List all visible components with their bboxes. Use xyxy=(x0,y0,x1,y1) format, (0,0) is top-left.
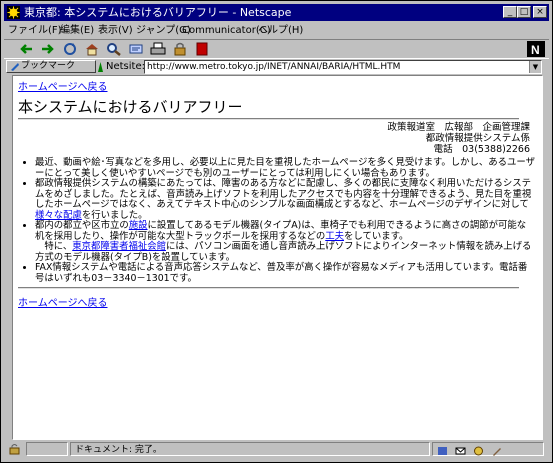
navigator-icon[interactable] xyxy=(437,446,448,456)
browser-window: 東京都: 本システムにおけるバリアフリー - Netscape _ □ × ファ… xyxy=(0,0,553,463)
mail-icon[interactable] xyxy=(455,446,466,456)
item-text: をしています。 xyxy=(344,230,409,242)
status-text-pane: ドキュメント: 完了。 xyxy=(70,442,430,456)
item-text: を行いました。 xyxy=(81,209,148,221)
netscape-icon xyxy=(7,6,20,19)
list-item: 都政情報提供システムの構築にあたっては、障害のある方などに配慮し、多くの都民に支… xyxy=(35,178,535,221)
divider xyxy=(18,118,519,120)
close-button[interactable]: × xyxy=(533,6,547,18)
menu-view[interactable]: 表示(V) xyxy=(98,22,133,39)
department-info: 政策報道室 広報部 企画管理課 都政情報提供システム係 電話 03(5388)2… xyxy=(387,122,530,155)
minimize-button[interactable]: _ xyxy=(503,6,517,18)
maximize-button[interactable]: □ xyxy=(517,6,531,18)
search-icon[interactable] xyxy=(106,42,122,56)
guide-icon[interactable] xyxy=(128,42,144,56)
print-icon[interactable] xyxy=(150,42,166,56)
title-bar[interactable]: 東京都: 本システムにおけるバリアフリー - Netscape _ □ × xyxy=(4,4,549,21)
forward-icon[interactable] xyxy=(40,42,56,56)
newsgroup-icon[interactable] xyxy=(473,446,484,456)
home-link-bottom[interactable]: ホームページへ戻る xyxy=(18,294,108,309)
progress-pane xyxy=(26,442,68,456)
url-text: http://www.metro.tokyo.jp/INET/ANNAI/BAR… xyxy=(147,62,401,72)
list-item: 都内の都立や区市立の施設に設置してあるモデル機器(タイプA)は、車椅子でも利用で… xyxy=(35,220,535,263)
dept-line-2: 都政情報提供システム係 xyxy=(425,133,530,144)
bookmark-icon xyxy=(11,63,19,71)
dept-line-1: 政策報道室 広報部 企画管理課 xyxy=(387,122,530,133)
security-lock-icon[interactable] xyxy=(8,443,21,455)
menu-edit[interactable]: 編集(E) xyxy=(60,22,94,39)
back-icon[interactable] xyxy=(18,42,34,56)
url-dropdown-icon[interactable]: ▼ xyxy=(529,61,541,73)
netsite-label: Netsite: xyxy=(106,61,145,72)
list-item: 最近、動画や絵･写真などを多用し、必要以上に見た目を重視したホームページを多く見… xyxy=(35,157,535,179)
home-link-top[interactable]: ホームページへ戻る xyxy=(18,78,108,93)
navigation-toolbar: N xyxy=(4,39,549,59)
menu-file[interactable]: ファイル(F) xyxy=(8,22,62,39)
dept-line-3: 電話 03(5388)2266 xyxy=(433,144,530,155)
item-text: FAX情報システムや電話による音声応答システムなど、普及率が高く操作が容易なメデ… xyxy=(35,262,528,284)
item-text: 特に、 xyxy=(35,241,73,252)
location-pin-icon[interactable] xyxy=(96,61,105,73)
page-title: 本システムにおけるバリアフリー xyxy=(18,98,243,116)
welfare-hall-link[interactable]: 東京都障害者福祉会館 xyxy=(72,241,166,252)
facilities-link[interactable]: 施設 xyxy=(129,220,148,231)
status-message: ドキュメント: 完了。 xyxy=(75,445,162,455)
page-content[interactable]: ホームページへ戻る 本システムにおけるバリアフリー 政策報道室 広報部 企画管理… xyxy=(12,75,543,440)
item-text: 都内の都立や区市立の xyxy=(35,220,129,231)
item-text: 都政情報提供システムの構築にあたっては、障害のある方などに配慮し、多くの都民に支… xyxy=(35,178,532,210)
menu-bar: ファイル(F) 編集(E) 表示(V) ジャンプ(G) Communicator… xyxy=(4,22,549,39)
component-tray xyxy=(432,442,544,456)
window-title: 東京都: 本システムにおけるバリアフリー - Netscape xyxy=(24,6,292,19)
various-considerations-link[interactable]: 様々な配慮 xyxy=(35,210,82,221)
netscape-logo-icon[interactable]: N xyxy=(527,41,545,57)
composer-icon[interactable] xyxy=(491,446,502,456)
status-bar: ドキュメント: 完了。 xyxy=(4,441,549,458)
security-icon[interactable] xyxy=(172,42,188,56)
list-item: FAX情報システムや電話による音声応答システムなど、普及率が高く操作が容易なメデ… xyxy=(35,262,535,284)
home-icon[interactable] xyxy=(84,42,100,56)
location-bar: ブックマーク Netsite: http://www.metro.tokyo.j… xyxy=(4,59,549,75)
bookmarks-label: ブックマーク xyxy=(21,61,76,71)
stop-icon[interactable] xyxy=(194,42,210,56)
svg-text:N: N xyxy=(531,43,540,57)
menu-help[interactable]: ヘルプ(H) xyxy=(258,22,303,39)
url-input[interactable]: http://www.metro.tokyo.jp/INET/ANNAI/BAR… xyxy=(144,60,542,74)
content-list: 最近、動画や絵･写真などを多用し、必要以上に見た目を重視したホームページを多く見… xyxy=(23,157,535,284)
reload-icon[interactable] xyxy=(62,42,78,56)
item-text: 最近、動画や絵･写真などを多用し、必要以上に見た目を重視したホームページを多く見… xyxy=(35,157,535,179)
ingenuity-link[interactable]: 工夫 xyxy=(325,231,344,242)
divider xyxy=(18,287,519,289)
